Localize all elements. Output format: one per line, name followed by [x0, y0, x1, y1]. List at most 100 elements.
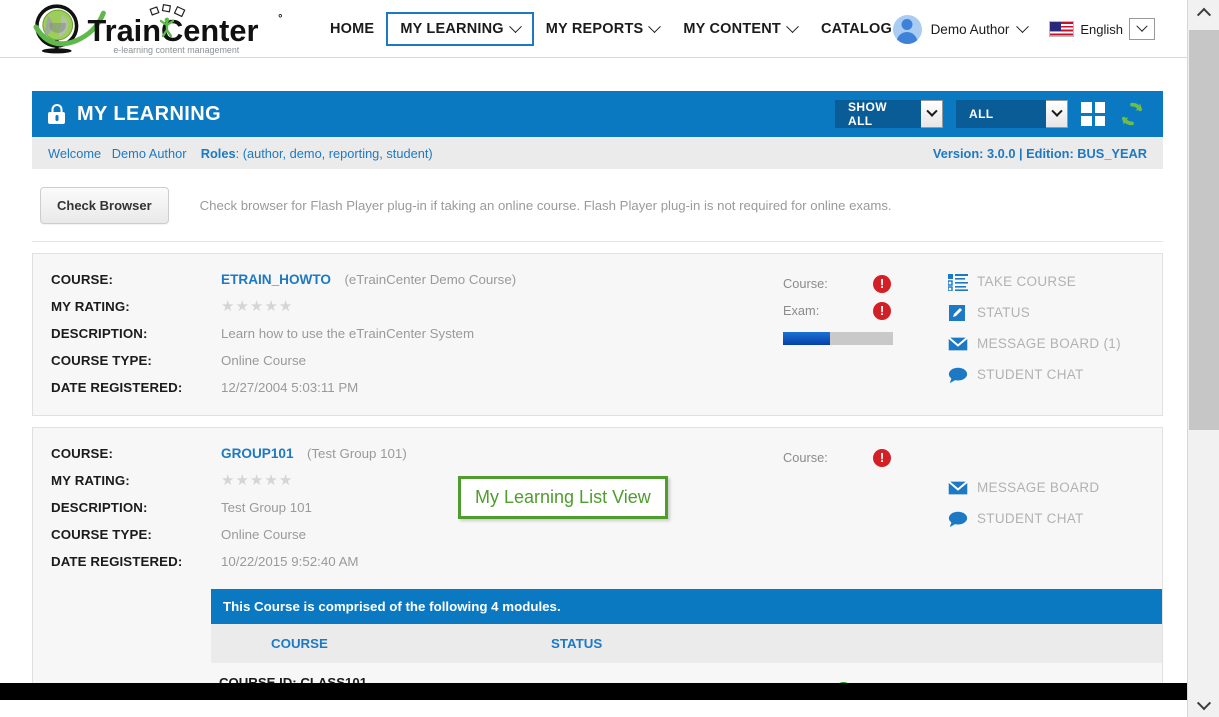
course-row-code: COURSE: ETRAIN_HOWTO (eTrainCenter Demo …	[51, 266, 783, 293]
action-take-course[interactable]: TAKE COURSE	[948, 266, 1162, 297]
category-filter-select[interactable]: ALL	[956, 100, 1068, 128]
course-status-line: Course:	[783, 444, 891, 471]
modules-column-headers: COURSE STATUS	[211, 624, 1162, 662]
course-date-registered: 10/22/2015 9:52:40 AM	[221, 554, 359, 569]
show-all-filter-select[interactable]: SHOW ALL	[835, 100, 943, 128]
welcome-user: Demo Author	[111, 145, 187, 161]
brand-logo[interactable]: TrainCenter ° e-learning content managem…	[22, 2, 292, 56]
field-label-my-rating: MY RATING:	[51, 299, 130, 314]
action-message-board[interactable]: MESSAGE BOARD	[948, 472, 1162, 503]
field-label-course-type: COURSE TYPE:	[51, 527, 152, 542]
svg-text:TrainCenter: TrainCenter	[88, 13, 259, 48]
top-navigation-bar: TrainCenter ° e-learning content managem…	[0, 0, 1187, 58]
modules-header: This Course is comprised of the followin…	[211, 589, 1162, 624]
course-row-rating: MY RATING: ★ ★ ★ ★ ★	[51, 467, 783, 494]
rating-stars[interactable]: ★ ★ ★ ★ ★	[221, 299, 292, 314]
status-label-exam: Exam:	[783, 303, 820, 318]
star-icon[interactable]: ★	[221, 473, 234, 488]
course-title: (Test Group 101)	[306, 445, 407, 461]
star-icon[interactable]: ★	[235, 473, 248, 488]
course-row-date: DATE REGISTERED: 10/22/2015 9:52:40 AM	[51, 548, 783, 575]
nav-item-label: CATALOG	[820, 21, 892, 37]
status-error-icon	[873, 274, 891, 293]
star-icon[interactable]: ★	[221, 299, 234, 314]
language-dropdown-button[interactable]	[1129, 18, 1155, 40]
show-all-filter-value: SHOW ALL	[835, 100, 921, 128]
nav-item-catalog[interactable]: CATALOG	[809, 12, 904, 46]
course-details: COURSE: ETRAIN_HOWTO (eTrainCenter Demo …	[33, 254, 783, 415]
envelope-icon	[948, 336, 968, 350]
action-status[interactable]: STATUS	[948, 297, 1162, 328]
action-label: STUDENT CHAT	[977, 511, 1084, 526]
grid-view-icon[interactable]	[1081, 102, 1105, 126]
rating-stars[interactable]: ★ ★ ★ ★ ★	[221, 473, 292, 488]
nav-item-home[interactable]: HOME	[318, 12, 386, 46]
browser-check-row: Check Browser Check browser for Flash Pl…	[32, 169, 1163, 242]
course-row-date: DATE REGISTERED: 12/27/2004 5:03:11 PM	[51, 374, 783, 401]
course-type: Online Course	[221, 353, 306, 368]
action-student-chat[interactable]: STUDENT CHAT	[948, 503, 1162, 534]
course-code-link[interactable]: ETRAIN_HOWTO	[221, 272, 331, 287]
chevron-down-icon[interactable]	[921, 100, 943, 128]
field-label-description: DESCRIPTION:	[51, 326, 148, 341]
nav-item-label: MY LEARNING	[400, 21, 504, 37]
nav-item-my-content[interactable]: MY CONTENT	[671, 12, 809, 46]
edit-pencil-icon	[949, 304, 965, 321]
chevron-up-icon	[1196, 7, 1211, 22]
nav-item-my-reports[interactable]: MY REPORTS	[534, 12, 672, 46]
course-details: COURSE: GROUP101 (Test Group 101) MY RAT…	[33, 428, 783, 589]
envelope-icon	[948, 480, 968, 494]
action-label: STUDENT CHAT	[977, 367, 1084, 382]
chevron-down-icon	[786, 19, 799, 33]
scroll-up-button[interactable]	[1188, 0, 1219, 23]
refresh-icon[interactable]	[1118, 100, 1146, 128]
nav-item-label: MY CONTENT	[683, 21, 781, 37]
action-student-chat[interactable]: STUDENT CHAT	[948, 359, 1162, 390]
star-icon[interactable]: ★	[250, 299, 263, 314]
action-message-board[interactable]: MESSAGE BOARD (1)	[948, 328, 1162, 359]
course-description: Test Group 101	[221, 500, 312, 515]
us-flag-icon	[1049, 21, 1075, 37]
course-actions: MESSAGE BOARD STUDENT CHAT	[948, 428, 1162, 589]
page-title: MY LEARNING	[77, 102, 222, 125]
nav-item-my-learning[interactable]: MY LEARNING	[386, 12, 534, 46]
course-row-type: COURSE TYPE: Online Course	[51, 521, 783, 548]
star-icon[interactable]: ★	[250, 473, 263, 488]
chevron-down-icon	[1136, 20, 1148, 32]
star-icon[interactable]: ★	[279, 473, 292, 488]
chevron-down-icon	[1016, 19, 1030, 33]
star-icon[interactable]: ★	[264, 299, 277, 314]
chat-bubble-icon	[948, 367, 968, 383]
user-avatar-icon	[892, 14, 922, 44]
course-card: COURSE: ETRAIN_HOWTO (eTrainCenter Demo …	[32, 253, 1163, 416]
course-title: (eTrainCenter Demo Course)	[344, 271, 517, 287]
status-label-course: Course:	[783, 450, 828, 465]
user-zone: Demo Author English	[892, 0, 1155, 58]
etraincenter-logo-icon: TrainCenter ° e-learning content managem…	[33, 4, 282, 55]
my-learning-header: MY LEARNING SHOW ALL ALL	[32, 91, 1163, 137]
user-menu[interactable]: Demo Author	[892, 14, 1030, 44]
star-icon[interactable]: ★	[235, 299, 248, 314]
scroll-down-button[interactable]	[1188, 694, 1219, 717]
scrollbar-thumb[interactable]	[1189, 30, 1219, 430]
field-label-date-registered: DATE REGISTERED:	[51, 554, 183, 569]
course-card: COURSE: GROUP101 (Test Group 101) MY RAT…	[32, 427, 1163, 700]
course-code-link[interactable]: GROUP101	[221, 446, 294, 461]
field-label-my-rating: MY RATING:	[51, 473, 130, 488]
language-selector[interactable]: English	[1049, 18, 1155, 40]
checklist-icon	[948, 273, 968, 291]
field-label-course-type: COURSE TYPE:	[51, 353, 152, 368]
content-container: MY LEARNING SHOW ALL ALL Welcome Demo Au…	[32, 91, 1163, 700]
exam-status-line: Exam:	[783, 297, 891, 324]
chevron-down-icon[interactable]	[1046, 100, 1068, 128]
check-browser-button[interactable]: Check Browser	[40, 187, 169, 224]
course-row-description: DESCRIPTION: Test Group 101	[51, 494, 783, 521]
field-label-description: DESCRIPTION:	[51, 500, 148, 515]
vertical-scrollbar[interactable]	[1187, 0, 1219, 717]
star-icon[interactable]: ★	[279, 299, 292, 314]
course-row-type: COURSE TYPE: Online Course	[51, 347, 783, 374]
action-label: MESSAGE BOARD	[977, 480, 1100, 495]
course-date-registered: 12/27/2004 5:03:11 PM	[221, 380, 359, 395]
nav-item-label: MY REPORTS	[545, 21, 644, 37]
star-icon[interactable]: ★	[264, 473, 277, 488]
